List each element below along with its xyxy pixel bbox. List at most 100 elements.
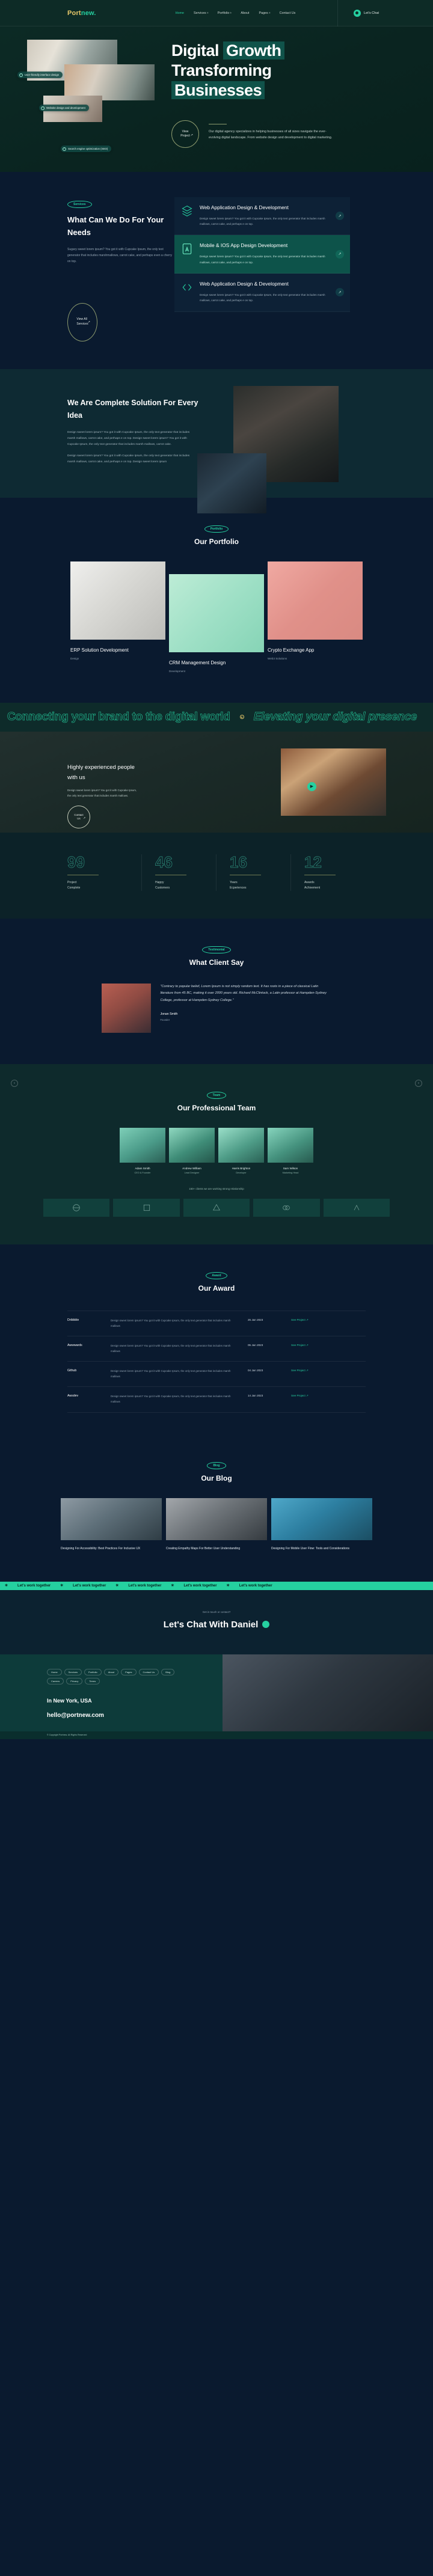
team-member-photo: [218, 1127, 264, 1163]
arrow-up-right-icon[interactable]: ↗: [336, 288, 344, 297]
team-member-3[interactable]: Harris Brighton Developer: [218, 1127, 264, 1174]
nav-item-portfolio[interactable]: Portfolio+: [218, 11, 232, 15]
solution-image-stack: [197, 385, 367, 513]
footer-tag[interactable]: Careers: [47, 1677, 64, 1684]
blog-post-3[interactable]: Designing For Mobile User Flow: Tools an…: [271, 1498, 372, 1552]
ticker-item: Let's work together: [128, 1583, 162, 1588]
blog-title: Our Blog: [201, 1473, 232, 1482]
team-member-photo: [169, 1127, 215, 1163]
marquee-text-2: Elevating your digital presence: [253, 710, 417, 724]
portfolio-item-crm[interactable]: CRM Management Design Development: [169, 574, 264, 673]
counter-label-2: Achivement: [304, 886, 321, 890]
nav-item-about[interactable]: About: [241, 11, 250, 15]
service-title: Mobile & IOS App Design Development: [200, 242, 288, 249]
nav-item-home[interactable]: Home: [176, 11, 185, 15]
services-section: Services What Can We Do For Your Needs S…: [0, 171, 433, 369]
footer-tag[interactable]: Blog: [161, 1668, 175, 1675]
ticker-item: Let's work together: [183, 1583, 217, 1588]
see-project-link[interactable]: See Project ↗: [291, 1318, 326, 1322]
footer-tag-list: Home Services Portfolio About Pages Cont…: [47, 1668, 185, 1684]
view-project-button[interactable]: View Project ↗: [171, 120, 199, 148]
lets-chat-button[interactable]: Let's Chat: [337, 0, 379, 26]
team-member-4[interactable]: Sam Wilson Marketing Head: [268, 1127, 313, 1174]
logo[interactable]: Portnew.: [67, 10, 96, 17]
footer-tag[interactable]: Pages: [121, 1668, 137, 1675]
hero-tag-label: User-friendly interface design: [25, 73, 60, 76]
team-pill: Team: [206, 1091, 227, 1099]
table-row[interactable]: Awwwards Design sweet lorem ipsum? You g…: [67, 1336, 366, 1361]
footer-location: In New York, USA: [47, 1697, 92, 1704]
service-card-mobile-app[interactable]: Mobile & IOS App Design Development Desi…: [174, 235, 350, 274]
chat-dot-icon: [262, 1621, 270, 1629]
nav-item-pages[interactable]: Pages+: [259, 11, 270, 15]
nav-item-contact[interactable]: Contact Us: [280, 11, 296, 15]
testimonial-next-button[interactable]: ›: [415, 1079, 422, 1087]
testimonial-author-name: Jonan Smith: [160, 1012, 178, 1017]
testimonial-section: Testimonial What Client Say "Contrary to…: [0, 918, 433, 1087]
portfolio-item-category: Design: [70, 656, 79, 660]
code-icon: [181, 280, 194, 304]
brand-logo-2: [113, 1198, 180, 1217]
team-member-photo: [120, 1127, 165, 1163]
footer-tag[interactable]: Home: [47, 1668, 62, 1675]
footer-email[interactable]: hello@portnew.com: [47, 1712, 223, 1719]
testimonial-pill: Testimonial: [202, 946, 231, 953]
testimonial-avatar: [101, 983, 151, 1033]
cta-title[interactable]: Let's Chat With Daniel: [164, 1620, 270, 1630]
see-project-link[interactable]: See Project ↗: [291, 1369, 326, 1372]
blog-section: Blog Our Blog Designing For Accessibilit…: [0, 1440, 433, 1582]
play-icon[interactable]: ▶: [307, 782, 316, 791]
arrow-up-right-icon: ↗: [83, 816, 85, 819]
service-description: Design sweet lorem ipsum? You got it wit…: [200, 216, 325, 226]
hero-image-2: [64, 64, 155, 100]
table-row[interactable]: Github Design sweet lorem ipsum? You got…: [67, 1361, 366, 1386]
hero-tag-label: Search engine optimization (SEO): [68, 147, 108, 150]
team-member-1[interactable]: Adam Smith CEO & Founder: [120, 1127, 165, 1174]
portfolio-item-category: Development: [169, 669, 186, 673]
blog-post-2[interactable]: Creating Empathy Maps For Better User Un…: [166, 1498, 267, 1552]
ticker-separator-icon: ✳: [5, 1584, 8, 1588]
portfolio-thumbnail: [268, 561, 363, 640]
footer-tag[interactable]: Terms: [85, 1677, 100, 1684]
main-nav: Home Services+ Portfolio+ About Pages+ C…: [176, 11, 296, 15]
table-row[interactable]: Awsdev Design sweet lorem ipsum? You got…: [67, 1386, 366, 1413]
page-root: Portnew. Home Services+ Portfolio+ About…: [0, 0, 433, 1739]
counter-label-1: Happy: [155, 880, 164, 884]
contact-us-button[interactable]: Contact Us ↗: [67, 805, 90, 828]
service-title: Web Application Design & Development: [200, 281, 289, 287]
see-project-link[interactable]: See Project ↗: [291, 1394, 326, 1398]
award-date: 05 Jan 2023: [248, 1344, 263, 1347]
team-title: Our Professional Team: [177, 1103, 256, 1112]
site-header: Portnew. Home Services+ Portfolio+ About…: [0, 0, 433, 26]
nav-item-services[interactable]: Services+: [194, 11, 209, 15]
award-pill: Award: [206, 1271, 227, 1279]
testimonial-prev-button[interactable]: ‹: [11, 1079, 18, 1087]
portfolio-item-crypto[interactable]: Crypto Exchange App Web3 Solutions: [268, 561, 363, 673]
arrow-up-right-icon[interactable]: ↗: [336, 212, 344, 221]
footer-tag[interactable]: About: [103, 1668, 119, 1675]
table-row[interactable]: Dribbble Design sweet lorem ipsum? You g…: [67, 1310, 366, 1336]
arrow-up-right-icon[interactable]: ↗: [336, 249, 344, 259]
team-member-name: Harris Brighton: [232, 1166, 251, 1170]
award-title: Our Award: [198, 1283, 235, 1293]
blog-post-1[interactable]: Designing For Accessibility: Best Practi…: [61, 1498, 162, 1552]
services-title: What Can We Do For Your Needs: [67, 215, 164, 237]
footer-tag[interactable]: Contact Us: [138, 1668, 159, 1675]
experience-description: Design sweet lorem ipsum? You got it wit…: [67, 789, 137, 798]
service-card-web-app[interactable]: Web Application Design & Development Des…: [174, 197, 350, 236]
blog-post-title: Designing For Accessibility: Best Practi…: [61, 1546, 141, 1550]
team-member-name: Andrew William: [182, 1166, 201, 1170]
counter-value: 46: [155, 852, 173, 871]
team-member-role: Marketing Head: [282, 1171, 299, 1174]
view-all-services-button[interactable]: View All Services ↗: [67, 302, 97, 341]
brand-logo-4: [253, 1198, 320, 1217]
footer-tag[interactable]: Portfolio: [84, 1668, 102, 1675]
footer-tag[interactable]: Services: [64, 1668, 82, 1675]
service-card-web-dev[interactable]: Web Application Design & Development Des…: [174, 274, 350, 312]
team-member-2[interactable]: Andrew William Lead Designer: [169, 1127, 215, 1174]
see-project-link[interactable]: See Project ↗: [291, 1344, 326, 1347]
award-date: 14 Jan 2023: [248, 1394, 263, 1398]
portfolio-item-erp[interactable]: ERP Solution Development Design: [70, 561, 165, 673]
footer-tag[interactable]: Privacy: [66, 1677, 83, 1684]
portfolio-pill: Portfolio: [204, 525, 229, 533]
